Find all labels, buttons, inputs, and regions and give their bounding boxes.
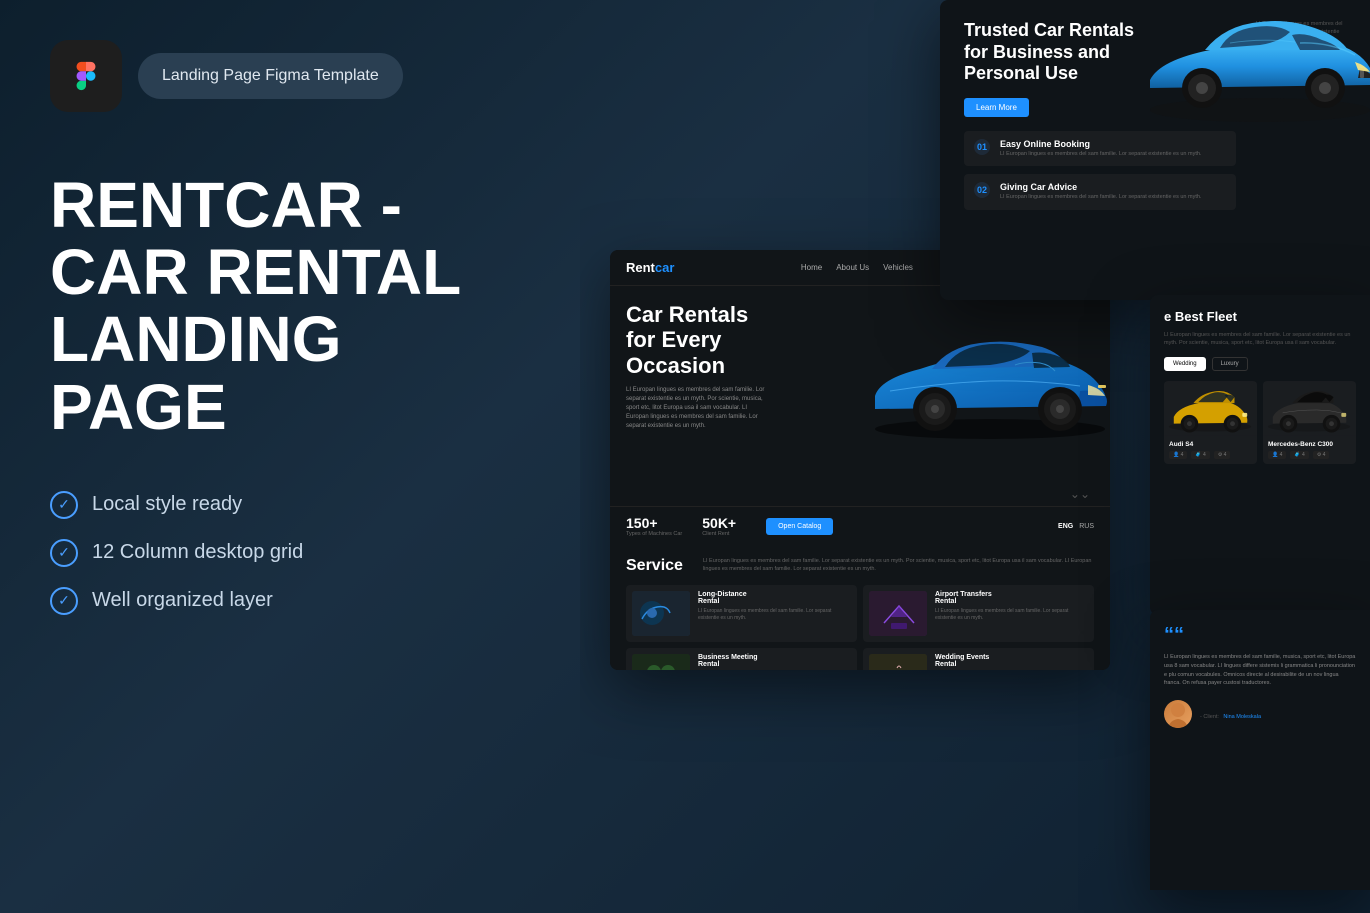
main-mockup: Rentcar Home About Us Vehicles Contact U… (610, 250, 1110, 670)
car-card-info-audi: Audi S4 👤 4 🧳 4 ⚙ 4 (1164, 436, 1257, 464)
service-name-4: Wedding EventsRental (935, 654, 1088, 668)
learn-more-btn[interactable]: Learn More (964, 98, 1029, 117)
service-name-3: Business MeetingRental (698, 654, 851, 668)
left-panel: Landing Page Figma Template RENTCAR -CAR… (0, 0, 580, 913)
car-card-specs-mercedes: 👤 4 🧳 4 ⚙ 4 (1268, 451, 1351, 459)
logo-area: Landing Page Figma Template (50, 40, 530, 112)
car-card-specs-audi: 👤 4 🧳 4 ⚙ 4 (1169, 451, 1252, 459)
service-thumb-distance (632, 591, 690, 636)
service-header: Service LI Europan lingues es membres de… (626, 557, 1094, 575)
mock-nav-links: Home About Us Vehicles (801, 263, 913, 272)
car-card-img-audi (1164, 381, 1257, 436)
lang-eng[interactable]: ENG (1058, 523, 1073, 530)
car-cards: Audi S4 👤 4 🧳 4 ⚙ 4 (1164, 381, 1356, 464)
service-section: Service LI Europan lingues es membres de… (610, 545, 1110, 670)
stat-label-1: Types of Machines Car (626, 531, 682, 537)
check-icon-1: ✓ (50, 491, 78, 519)
fleet-filters: Wedding Luxury (1164, 357, 1356, 371)
hero-description: LI Europan lingues es membres del sam fa… (626, 386, 766, 431)
car-card-img-mercedes (1263, 381, 1356, 436)
service-item-title-2: Giving Car Advice (1000, 182, 1201, 192)
service-info-3: Business MeetingRental LI Europan lingue… (698, 654, 851, 670)
car-card-audi: Audi S4 👤 4 🧳 4 ⚙ 4 (1164, 381, 1257, 464)
car-card-mercedes: Mercedes-Benz C300 👤 4 🧳 4 ⚙ 4 (1263, 381, 1356, 464)
check-icon-2: ✓ (50, 539, 78, 567)
feature-item-2: ✓ 12 Column desktop grid (50, 539, 530, 567)
service-info-2: Airport TransfersRental LI Europan lingu… (935, 591, 1088, 636)
lang-switch: ENG RUS (1058, 523, 1094, 530)
stat-item-2: 50K+ Client Rent (702, 515, 736, 537)
client-avatar (1164, 700, 1192, 728)
mockups-area: Trusted Car Rentalsfor Business andPerso… (580, 0, 1370, 913)
service-text-1: LI Europan lingues es membres del sam fa… (698, 608, 851, 622)
spec-badge-2: 🧳 4 (1191, 451, 1209, 459)
service-item-desc-1: LI Europan lingues es membres del sam fa… (1000, 151, 1201, 159)
car-card-info-mercedes: Mercedes-Benz C300 👤 4 🧳 4 ⚙ 4 (1263, 436, 1356, 464)
spec-badge-6: ⚙ 4 (1313, 451, 1330, 459)
bmw-car-area (1130, 0, 1370, 150)
service-card-business: Business MeetingRental LI Europan lingue… (626, 648, 857, 670)
service-card-airport: Airport TransfersRental LI Europan lingu… (863, 585, 1094, 642)
stat-number-2: 50K+ (702, 515, 736, 531)
stat-number-1: 150+ (626, 515, 682, 531)
nav-vehicles[interactable]: Vehicles (883, 263, 913, 272)
mockup-hero: Car Rentalsfor EveryOccasion LI Europan … (610, 286, 1110, 506)
fleet-desc: LI Europan lingues es membres del sam fa… (1164, 331, 1356, 348)
service-num-2: 02 (974, 182, 990, 198)
service-grid: Long-DistanceRental LI Europan lingues e… (626, 585, 1094, 670)
service-thumb-wedding (869, 654, 927, 670)
client-area: - Client: Nina Moleskala (1164, 700, 1356, 728)
service-card-long-distance: Long-DistanceRental LI Europan lingues e… (626, 585, 857, 642)
fleet-title: e Best Fleet (1164, 309, 1356, 325)
figma-icon (50, 40, 122, 112)
feature-item-3: ✓ Well organized layer (50, 587, 530, 615)
filter-luxury[interactable]: Luxury (1212, 357, 1248, 371)
template-badge: Landing Page Figma Template (138, 53, 403, 99)
car-card-name-mercedes: Mercedes-Benz C300 (1268, 441, 1351, 448)
service-name-2: Airport TransfersRental (935, 591, 1088, 605)
client-label: - Client: (1200, 714, 1219, 720)
check-icon-3: ✓ (50, 587, 78, 615)
service-item-advice: 02 Giving Car Advice LI Europan lingues … (964, 174, 1236, 210)
hero-car-img (860, 296, 1110, 456)
car-card-name-audi: Audi S4 (1169, 441, 1252, 448)
scroll-chevron: ⌄⌄ (1070, 487, 1090, 501)
filter-wedding[interactable]: Wedding (1164, 357, 1206, 371)
service-num-1: 01 (974, 139, 990, 155)
mock-logo: Rentcar (626, 260, 674, 275)
service-text-2: LI Europan lingues es membres del sam fa… (935, 608, 1088, 622)
service-title: Service (626, 557, 683, 575)
fleet-mockup: e Best Fleet LI Europan lingues es membr… (1150, 295, 1370, 615)
stat-label-2: Client Rent (702, 531, 736, 537)
service-desc: LI Europan lingues es membres del sam fa… (703, 557, 1094, 574)
stat-item-1: 150+ Types of Machines Car (626, 515, 682, 537)
testimonial-mockup: ““ LI Europan lingues es membres del sam… (1150, 610, 1370, 890)
spec-badge-1: 👤 4 (1169, 451, 1187, 459)
features-list: ✓ Local style ready ✓ 12 Column desktop … (50, 491, 530, 615)
service-card-wedding: Wedding EventsRental LI Europan lingues … (863, 648, 1094, 670)
spec-badge-3: ⚙ 4 (1214, 451, 1231, 459)
open-catalog-btn[interactable]: Open Catalog (766, 518, 833, 535)
nav-home[interactable]: Home (801, 263, 822, 272)
top-mockup: Trusted Car Rentalsfor Business andPerso… (940, 0, 1370, 300)
service-thumb-airport (869, 591, 927, 636)
service-info-4: Wedding EventsRental LI Europan lingues … (935, 654, 1088, 670)
service-thumb-business (632, 654, 690, 670)
service-item-desc-2: LI Europan lingues es membres del sam fa… (1000, 194, 1201, 202)
spec-badge-5: 🧳 4 (1290, 451, 1308, 459)
testimonial-text: LI Europan lingues es membres del sam fa… (1164, 653, 1356, 688)
main-title: RENTCAR -CAR RENTALLANDINGPAGE (50, 172, 530, 441)
service-info-1: Long-DistanceRental LI Europan lingues e… (698, 591, 851, 636)
client-name: Nina Moleskala (1223, 714, 1261, 720)
nav-about[interactable]: About Us (836, 263, 869, 272)
spec-badge-4: 👤 4 (1268, 451, 1286, 459)
mockup-stats: 150+ Types of Machines Car 50K+ Client R… (610, 506, 1110, 545)
lang-rus[interactable]: RUS (1079, 523, 1094, 530)
service-name-1: Long-DistanceRental (698, 591, 851, 605)
quote-mark: ““ (1164, 624, 1356, 647)
feature-item-1: ✓ Local style ready (50, 491, 530, 519)
